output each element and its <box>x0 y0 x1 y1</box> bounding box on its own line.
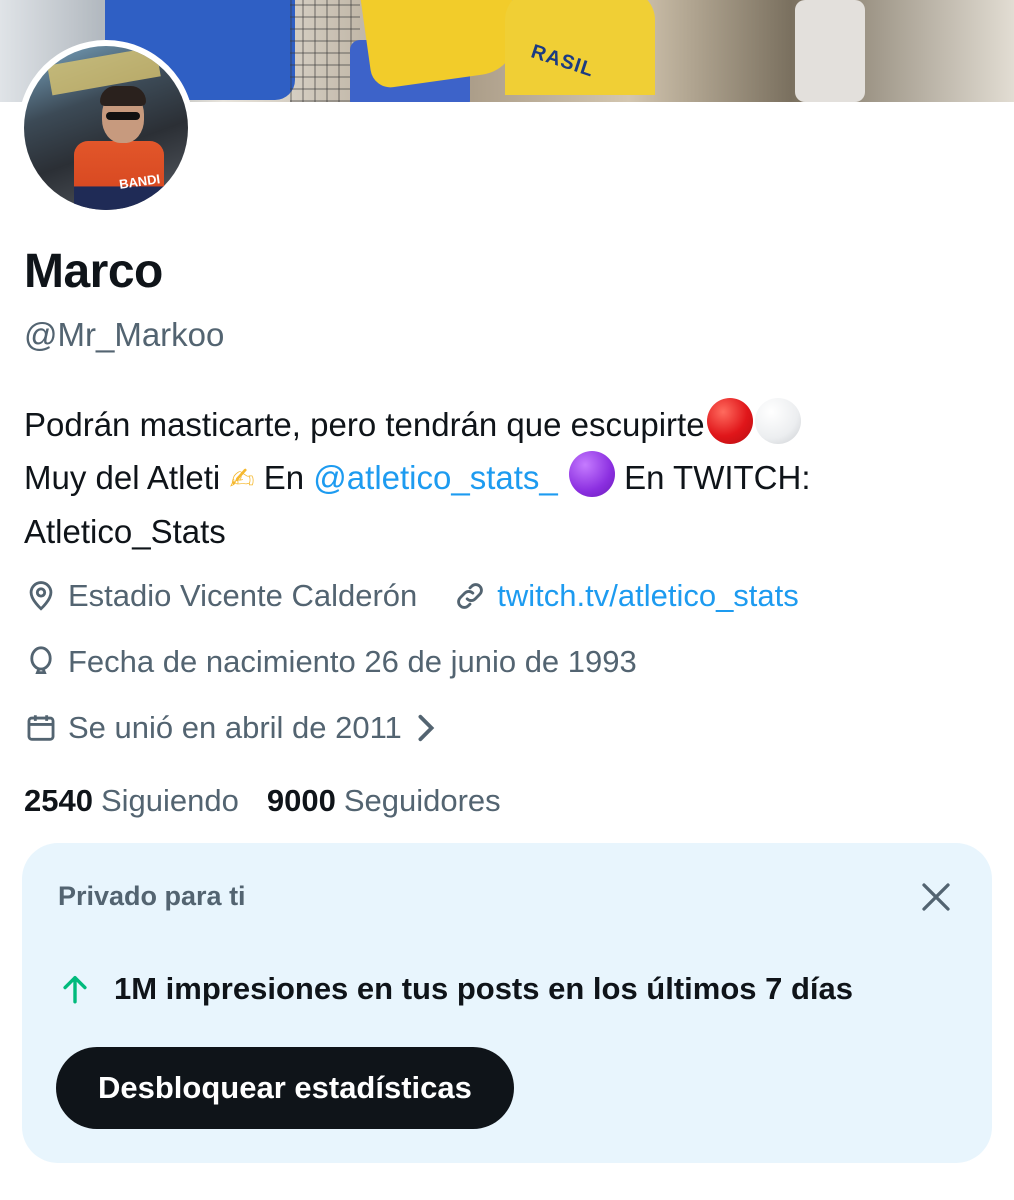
profile-handle: @Mr_Markoo <box>24 316 225 353</box>
unlock-stats-button[interactable]: Desbloquear estadísticas <box>56 1047 514 1129</box>
profile-location: Estadio Vicente Calderón <box>68 578 418 613</box>
banner-shape <box>358 0 522 90</box>
writing-hand-icon: ✍ <box>229 463 255 496</box>
avatar[interactable]: BANDI <box>24 46 188 210</box>
insights-stat-text: 1M impresiones en tus posts en los últim… <box>114 971 854 1006</box>
profile-name: Marco <box>24 245 163 298</box>
profile-birthday: Fecha de nacimiento 26 de junio de 1993 <box>68 644 637 679</box>
location-pin-icon <box>29 581 53 611</box>
profile-website-link[interactable]: twitch.tv/atletico_stats <box>497 578 799 614</box>
bio-text: Muy del Atleti <box>24 459 221 496</box>
calendar-icon <box>27 715 55 741</box>
banner-shape <box>505 0 655 95</box>
bio-text: Podrán masticarte, pero tendrán que escu… <box>24 406 705 443</box>
insights-card: Privado para ti 1M impresiones en tus po… <box>22 843 992 1163</box>
avatar-shape <box>100 86 146 106</box>
following-link[interactable]: 2540 Siguiendo <box>24 783 239 819</box>
profile-bio: Podrán masticarte, pero tendrán que escu… <box>24 398 994 558</box>
insights-card-title: Privado para ti <box>58 881 246 911</box>
arrow-up-icon <box>63 975 87 1004</box>
avatar-shape <box>106 112 140 120</box>
bio-mention-link[interactable]: @atletico_stats_ <box>313 459 557 496</box>
followers-label: Seguidores <box>343 783 501 818</box>
profile-meta-row: Fecha de nacimiento 26 de junio de 1993 <box>24 644 637 680</box>
profile-joined: Se unió en abril de 2011 <box>68 710 402 745</box>
close-icon[interactable] <box>918 879 954 915</box>
purple-circle-icon <box>568 451 615 497</box>
following-label: Siguiendo <box>100 783 239 818</box>
followers-link[interactable]: 9000 Seguidores <box>267 783 501 819</box>
bio-text: Atletico_Stats <box>24 513 226 550</box>
profile-joined-row[interactable]: Se unió en abril de 2011 <box>24 710 448 746</box>
insights-stat-row: 1M impresiones en tus posts en los últim… <box>58 971 853 1007</box>
follow-stats: 2540 Siguiendo 9000 Seguidores <box>24 783 501 819</box>
balloon-icon <box>30 646 52 675</box>
red-circle-icon <box>706 398 753 444</box>
link-icon <box>457 583 484 609</box>
followers-count: 9000 <box>266 783 336 818</box>
bio-text: En <box>263 459 305 496</box>
chevron-right-icon <box>418 714 435 742</box>
banner-shape <box>795 0 865 102</box>
profile-meta-row: Estadio Vicente Calderón twitch.tv/atlet… <box>24 578 799 614</box>
bio-text: En TWITCH: <box>624 459 811 496</box>
white-circle-icon <box>754 398 801 444</box>
following-count: 2540 <box>24 783 93 818</box>
